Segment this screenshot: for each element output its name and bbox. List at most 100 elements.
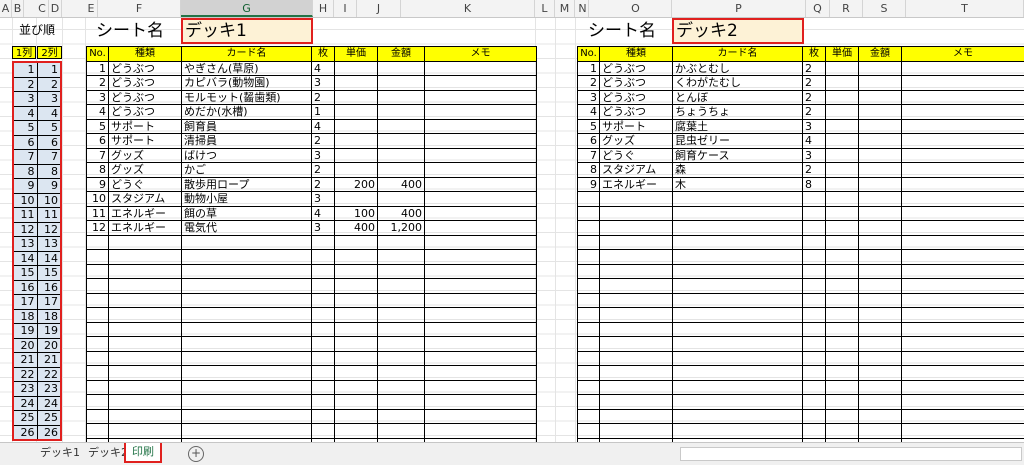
deck2-cell[interactable] (826, 148, 859, 163)
deck2-cell[interactable] (826, 366, 859, 381)
deck1-cell[interactable]: 2 (87, 76, 109, 91)
deck1-cell[interactable]: やぎさん(草原) (182, 61, 312, 76)
deck2-cell[interactable] (673, 322, 803, 337)
deck2-cell[interactable] (859, 264, 902, 279)
deck1-cell[interactable] (425, 409, 537, 424)
deck1-cell[interactable] (182, 351, 312, 366)
deck2-cell[interactable] (859, 221, 902, 236)
deck1-cell[interactable] (378, 148, 425, 163)
deck2-cell[interactable] (600, 424, 673, 439)
deck1-cell[interactable] (182, 250, 312, 265)
deck1-cell[interactable] (87, 235, 109, 250)
deck1-cell[interactable]: エネルギー (109, 221, 182, 236)
deck2-cell[interactable] (859, 279, 902, 294)
deck2-cell[interactable] (578, 395, 600, 410)
column-header-o[interactable]: O (600, 0, 672, 17)
deck1-cell[interactable]: スタジアム (109, 192, 182, 207)
deck1-cell[interactable] (425, 192, 537, 207)
deck2-cell[interactable]: グッズ (600, 134, 673, 149)
order-col1-cell[interactable]: 20 (13, 338, 37, 353)
deck1-cell[interactable] (87, 308, 109, 323)
deck2-cell[interactable] (902, 148, 1024, 163)
deck2-cell[interactable]: 4 (578, 105, 600, 120)
deck1-cell[interactable] (378, 279, 425, 294)
deck1-cell[interactable] (425, 90, 537, 105)
deck1-cell[interactable] (312, 366, 335, 381)
order-col2-cell[interactable]: 24 (37, 396, 61, 411)
deck1-cell[interactable] (425, 61, 537, 76)
deck1-cell[interactable] (182, 293, 312, 308)
deck2-cell[interactable] (600, 351, 673, 366)
deck2-cell[interactable] (902, 76, 1024, 91)
deck1-cell[interactable]: 1,200 (378, 221, 425, 236)
deck2-cell[interactable] (803, 293, 826, 308)
order-col2-cell[interactable]: 13 (37, 237, 61, 252)
deck1-cell[interactable] (378, 409, 425, 424)
deck1-cell[interactable] (109, 322, 182, 337)
deck2-cell[interactable] (673, 308, 803, 323)
deck2-cell[interactable] (859, 61, 902, 76)
deck2-cell[interactable] (673, 409, 803, 424)
deck1-cell[interactable]: 3 (87, 90, 109, 105)
deck1-cell[interactable] (312, 264, 335, 279)
deck1-cell[interactable] (335, 163, 378, 178)
deck1-cell[interactable] (378, 163, 425, 178)
deck2-cell[interactable]: 3 (578, 90, 600, 105)
deck2-cell[interactable] (600, 308, 673, 323)
deck2-cell[interactable] (578, 308, 600, 323)
order-col2-cell[interactable]: 15 (37, 266, 61, 281)
deck2-cell[interactable] (673, 206, 803, 221)
deck2-cell[interactable]: 6 (578, 134, 600, 149)
deck1-cell[interactable] (378, 264, 425, 279)
deck1-cell[interactable]: モルモット(齧歯類) (182, 90, 312, 105)
order-col2-cell[interactable]: 18 (37, 309, 61, 324)
deck1-cell[interactable]: エネルギー (109, 206, 182, 221)
deck1-cell[interactable] (335, 134, 378, 149)
deck1-cell[interactable] (109, 279, 182, 294)
deck2-cell[interactable]: 3 (803, 148, 826, 163)
deck2-cell[interactable] (600, 192, 673, 207)
column-header-l[interactable]: L (535, 0, 555, 17)
deck1-cell[interactable] (109, 395, 182, 410)
deck2-cell[interactable] (859, 148, 902, 163)
deck2-cell[interactable] (578, 337, 600, 352)
deck1-cell[interactable]: 飼育員 (182, 119, 312, 134)
deck2-cell[interactable] (826, 206, 859, 221)
deck1-cell[interactable]: 400 (378, 177, 425, 192)
deck2-cell[interactable]: ちょうちょ (673, 105, 803, 120)
deck2-cell[interactable] (826, 424, 859, 439)
order-col2-cell[interactable]: 17 (37, 295, 61, 310)
deck2-cell[interactable] (902, 221, 1024, 236)
order-col2-cell[interactable]: 14 (37, 251, 61, 266)
deck1-cell[interactable]: どうぐ (109, 177, 182, 192)
deck1-cell[interactable] (182, 279, 312, 294)
deck2-cell[interactable] (803, 221, 826, 236)
deck2-cell[interactable]: かぶとむし (673, 61, 803, 76)
order-col2-cell[interactable]: 10 (37, 193, 61, 208)
deck2-cell[interactable]: 2 (803, 76, 826, 91)
deck2-cell[interactable] (803, 366, 826, 381)
deck1-cell[interactable] (425, 380, 537, 395)
deck1-cell[interactable]: 2 (312, 177, 335, 192)
deck1-cell[interactable] (87, 366, 109, 381)
order-col2-cell[interactable]: 12 (37, 222, 61, 237)
deck1-cell[interactable]: 3 (312, 148, 335, 163)
deck2-cell[interactable] (578, 380, 600, 395)
deck1-cell[interactable] (182, 366, 312, 381)
deck1-cell[interactable]: 100 (335, 206, 378, 221)
deck2-cell[interactable] (578, 192, 600, 207)
order-col1-cell[interactable]: 8 (13, 164, 37, 179)
deck2-cell[interactable] (578, 351, 600, 366)
deck1-cell[interactable]: 2 (312, 163, 335, 178)
deck1-cell[interactable] (378, 250, 425, 265)
deck2-cell[interactable]: 木 (673, 177, 803, 192)
deck2-cell[interactable] (803, 322, 826, 337)
deck2-cell[interactable] (803, 395, 826, 410)
deck1-cell[interactable] (87, 264, 109, 279)
column-header-m[interactable]: M (555, 0, 575, 17)
order-col1-cell[interactable]: 17 (13, 295, 37, 310)
order-col2-cell[interactable]: 8 (37, 164, 61, 179)
deck1-cell[interactable] (378, 119, 425, 134)
deck1-cell[interactable] (87, 250, 109, 265)
deck2-cell[interactable]: スタジアム (600, 163, 673, 178)
